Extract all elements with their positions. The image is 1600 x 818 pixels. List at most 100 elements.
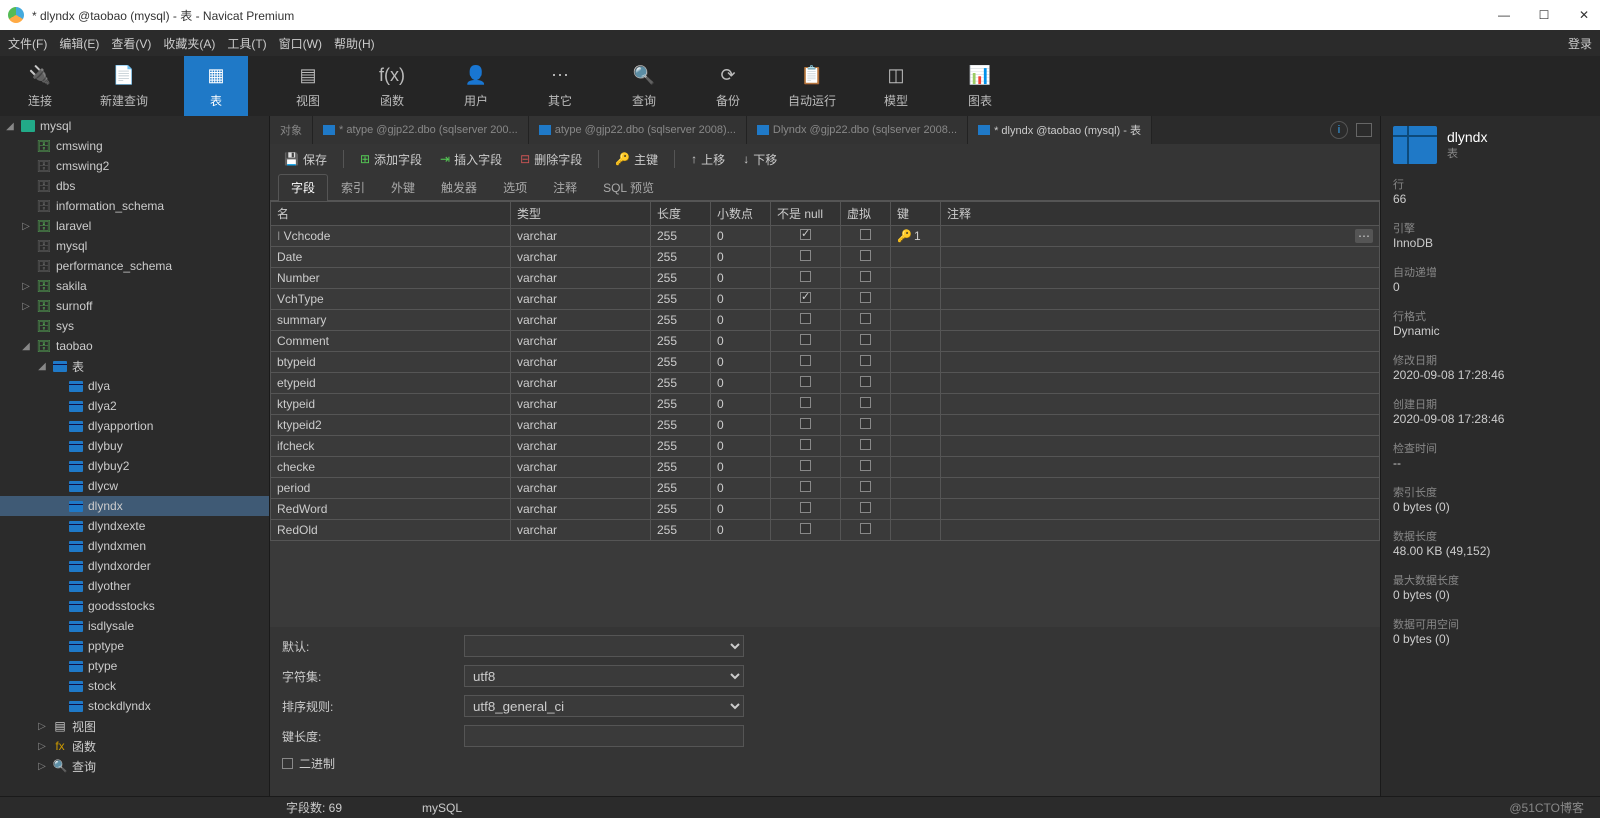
column-header[interactable]: 小数点	[711, 202, 771, 226]
column-header[interactable]: 注释	[941, 202, 1380, 226]
cell-notnull[interactable]	[771, 373, 841, 394]
cell-notnull[interactable]	[771, 520, 841, 541]
cell-virtual[interactable]	[841, 289, 891, 310]
cell-decimal[interactable]: 0	[711, 499, 771, 520]
cell-type[interactable]: varchar	[511, 310, 651, 331]
default-select[interactable]	[464, 635, 744, 657]
cell-length[interactable]: 255	[651, 331, 711, 352]
subtab-选项[interactable]: 选项	[490, 174, 540, 200]
cell-virtual[interactable]	[841, 478, 891, 499]
menu-window[interactable]: 窗口(W)	[279, 35, 322, 52]
tree-toggle-icon[interactable]: ▷	[36, 761, 48, 772]
tree-item-函数[interactable]: ▷ fx 函数	[0, 736, 269, 756]
tree-item-isdlysale[interactable]: isdlysale	[0, 616, 269, 636]
cell-length[interactable]: 255	[651, 436, 711, 457]
tree-item-dlyapportion[interactable]: dlyapportion	[0, 416, 269, 436]
cell-length[interactable]: 255	[651, 289, 711, 310]
field-row[interactable]: summary varchar 255 0	[271, 310, 1380, 331]
cell-key[interactable]	[891, 478, 941, 499]
tree-item-performance_schema[interactable]: 🗄 performance_schema	[0, 256, 269, 276]
toolbar-连接[interactable]: 🔌连接	[16, 64, 64, 109]
cell-virtual[interactable]	[841, 352, 891, 373]
tree-item-surnoff[interactable]: ▷ 🗄 surnoff	[0, 296, 269, 316]
cell-notnull[interactable]	[771, 247, 841, 268]
cell-key[interactable]	[891, 310, 941, 331]
cell-comment[interactable]	[941, 457, 1380, 478]
cell-type[interactable]: varchar	[511, 331, 651, 352]
field-row[interactable]: I Vchcode varchar 255 0 🔑1 ⋯	[271, 226, 1380, 247]
tree-toggle-icon[interactable]: ▷	[20, 281, 32, 292]
tree-toggle-icon[interactable]: ◢	[36, 361, 48, 372]
cell-type[interactable]: varchar	[511, 499, 651, 520]
cell-comment[interactable]	[941, 436, 1380, 457]
cell-notnull[interactable]	[771, 415, 841, 436]
tree-item-dlya2[interactable]: dlya2	[0, 396, 269, 416]
field-row[interactable]: Date varchar 255 0	[271, 247, 1380, 268]
cell-type[interactable]: varchar	[511, 373, 651, 394]
toolbar-其它[interactable]: ⋯其它	[536, 64, 584, 109]
cell-name[interactable]: Comment	[271, 331, 511, 352]
connection-tree[interactable]: ◢ mysql 🗄 cmswing 🗄 cmswing2 🗄 dbs 🗄 inf…	[0, 116, 270, 796]
maximize-button[interactable]: ☐	[1536, 8, 1552, 22]
tree-item-dlyndxmen[interactable]: dlyndxmen	[0, 536, 269, 556]
subtab-触发器[interactable]: 触发器	[428, 174, 490, 200]
toolbar-表[interactable]: ▦表	[184, 56, 248, 117]
cell-name[interactable]: btypeid	[271, 352, 511, 373]
cell-name[interactable]: etypeid	[271, 373, 511, 394]
cell-decimal[interactable]: 0	[711, 457, 771, 478]
field-row[interactable]: Comment varchar 255 0	[271, 331, 1380, 352]
cell-length[interactable]: 255	[651, 520, 711, 541]
cell-key[interactable]	[891, 331, 941, 352]
field-row[interactable]: RedOld varchar 255 0	[271, 520, 1380, 541]
tree-toggle-icon[interactable]: ▷	[36, 741, 48, 752]
save-button[interactable]: 💾 保存	[278, 149, 333, 170]
cell-length[interactable]: 255	[651, 373, 711, 394]
cell-key[interactable]: 🔑1	[891, 226, 941, 247]
cell-comment[interactable]	[941, 331, 1380, 352]
field-row[interactable]: Number varchar 255 0	[271, 268, 1380, 289]
column-header[interactable]: 键	[891, 202, 941, 226]
cell-length[interactable]: 255	[651, 268, 711, 289]
subtab-注释[interactable]: 注释	[540, 174, 590, 200]
cell-virtual[interactable]	[841, 373, 891, 394]
field-row[interactable]: etypeid varchar 255 0	[271, 373, 1380, 394]
cell-name[interactable]: period	[271, 478, 511, 499]
tree-item-stock[interactable]: stock	[0, 676, 269, 696]
cell-key[interactable]	[891, 415, 941, 436]
cell-name[interactable]: ktypeid2	[271, 415, 511, 436]
cell-type[interactable]: varchar	[511, 268, 651, 289]
cell-type[interactable]: varchar	[511, 457, 651, 478]
comment-edit-button[interactable]: ⋯	[1355, 229, 1373, 243]
collation-select[interactable]: utf8_general_ci	[464, 695, 744, 717]
cell-notnull[interactable]	[771, 478, 841, 499]
info-icon[interactable]: i	[1330, 121, 1348, 139]
cell-name[interactable]: ktypeid	[271, 394, 511, 415]
primary-key-button[interactable]: 🔑 主键	[609, 149, 664, 170]
toolbar-图表[interactable]: 📊图表	[956, 64, 1004, 109]
cell-type[interactable]: varchar	[511, 436, 651, 457]
cell-decimal[interactable]: 0	[711, 310, 771, 331]
tree-toggle-icon[interactable]: ◢	[4, 121, 16, 132]
login-button[interactable]: 登录	[1568, 35, 1592, 52]
cell-virtual[interactable]	[841, 226, 891, 247]
cell-key[interactable]	[891, 247, 941, 268]
subtab-索引[interactable]: 索引	[328, 174, 378, 200]
cell-virtual[interactable]	[841, 520, 891, 541]
cell-notnull[interactable]	[771, 226, 841, 247]
tree-item-cmswing[interactable]: 🗄 cmswing	[0, 136, 269, 156]
tree-toggle-icon[interactable]: ▷	[20, 301, 32, 312]
cell-name[interactable]: Date	[271, 247, 511, 268]
tree-item-pptype[interactable]: pptype	[0, 636, 269, 656]
cell-type[interactable]: varchar	[511, 352, 651, 373]
tree-item-taobao[interactable]: ◢ 🗄 taobao	[0, 336, 269, 356]
cell-length[interactable]: 255	[651, 415, 711, 436]
cell-name[interactable]: RedOld	[271, 520, 511, 541]
cell-virtual[interactable]	[841, 499, 891, 520]
cell-length[interactable]: 255	[651, 394, 711, 415]
cell-notnull[interactable]	[771, 268, 841, 289]
cell-decimal[interactable]: 0	[711, 394, 771, 415]
column-header[interactable]: 不是 null	[771, 202, 841, 226]
tree-item-视图[interactable]: ▷ ▤ 视图	[0, 716, 269, 736]
tree-item-表[interactable]: ◢ 表	[0, 356, 269, 376]
fields-grid-wrap[interactable]: 名类型长度小数点不是 null虚拟键注释 I Vchcode varchar 2…	[270, 201, 1380, 627]
